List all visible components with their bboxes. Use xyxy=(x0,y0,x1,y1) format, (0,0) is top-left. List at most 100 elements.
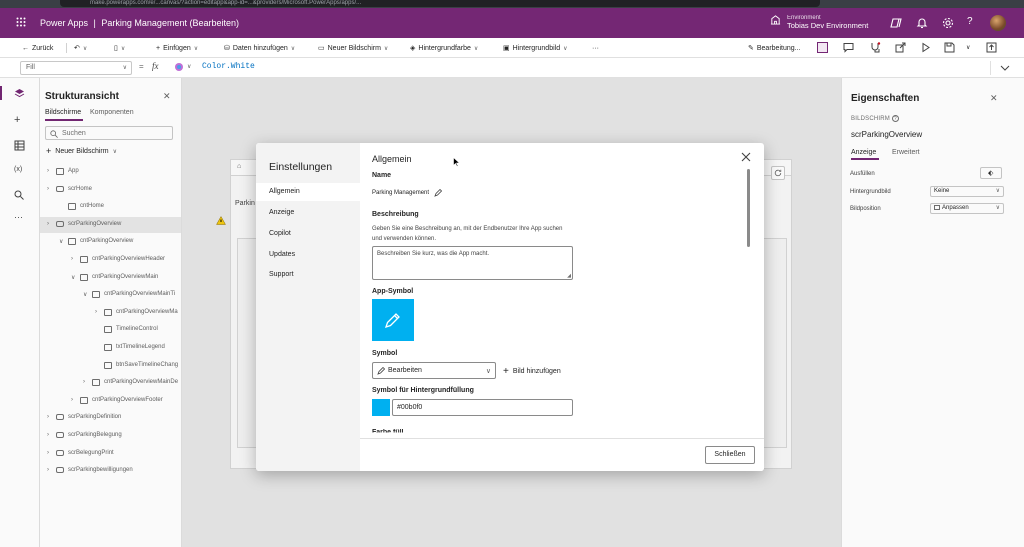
description-label: Beschreibung xyxy=(372,211,419,218)
nav-support[interactable]: Support xyxy=(256,266,360,284)
editing-label: Bearbeitung... xyxy=(756,44,801,52)
command-bar: ← Zurück ↶ ∨ ▯ ∨ + Einfügen ∨ ⛁ Daten hinzufüg… xyxy=(0,38,1024,58)
browser-url[interactable]: make.powerapps.com/e/...canvas/?action=e… xyxy=(60,0,820,7)
truncated-label: Farbe füll xyxy=(372,429,404,436)
settings-icon[interactable] xyxy=(942,17,954,29)
pencil-icon: ✎ xyxy=(748,45,754,52)
expand-formula-icon[interactable] xyxy=(990,61,1018,75)
undo-button[interactable]: ↶ ∨ xyxy=(74,42,87,54)
add-data-button[interactable]: ⛁ Daten hinzufügen ∨ xyxy=(224,42,295,54)
help-icon[interactable]: ? xyxy=(967,16,973,27)
description-help-line2: und verwenden können. xyxy=(372,236,437,242)
notifications-icon[interactable] xyxy=(916,17,928,29)
app-checker-icon[interactable] xyxy=(817,42,828,53)
new-screen-label: Neuer Bildschirm xyxy=(327,44,381,52)
app-icon-label: App-Symbol xyxy=(372,288,414,295)
paint-bucket-icon: ◈ xyxy=(410,45,416,52)
add-data-label: Daten hinzufügen xyxy=(232,44,288,52)
close-button[interactable]: Schließen xyxy=(705,446,755,464)
chevron-down-icon: ∨ xyxy=(120,45,126,52)
nav-general[interactable]: Allgemein xyxy=(256,183,360,201)
background-fill-label: Symbol für Hintergrundfüllung xyxy=(372,387,474,394)
app-icon-preview[interactable] xyxy=(372,299,414,341)
back-button[interactable]: ← Zurück xyxy=(22,42,53,54)
back-label: Zurück xyxy=(32,44,54,52)
plus-icon: + xyxy=(503,366,509,377)
symbol-dropdown[interactable]: Bearbeiten ∨ xyxy=(372,362,496,379)
copilot-icon[interactable] xyxy=(890,17,902,29)
background-color-label: Hintergrundfarbe xyxy=(418,44,471,52)
chevron-down-icon[interactable]: ∨ xyxy=(187,63,191,70)
description-help-line1: Geben Sie eine Beschreibung an, mit der … xyxy=(372,226,563,232)
formula-input[interactable]: Color.White xyxy=(202,62,255,71)
play-icon[interactable] xyxy=(920,42,931,53)
app-header: Power Apps | Parking Management (Bearbei… xyxy=(0,8,1024,38)
new-screen-button[interactable]: ▭ Neuer Bildschirm ∨ xyxy=(318,42,388,54)
environment-icon[interactable] xyxy=(770,14,781,25)
copilot-formula-icon[interactable] xyxy=(174,62,184,72)
nav-updates[interactable]: Updates xyxy=(256,246,360,264)
property-value: Fill xyxy=(26,64,35,71)
chevron-down-icon: ∨ xyxy=(193,45,199,52)
paste-button[interactable]: ▯ ∨ xyxy=(114,42,125,54)
close-icon[interactable] xyxy=(741,152,751,162)
chevron-down-icon: ∨ xyxy=(383,45,389,52)
publish-icon[interactable] xyxy=(986,42,997,53)
pencil-icon[interactable] xyxy=(434,189,443,197)
description-placeholder: Beschreiben Sie kurz, was die App macht. xyxy=(377,251,490,257)
pencil-icon xyxy=(377,367,385,375)
formula-bar: Fill ∨ = fx ∨ Color.White xyxy=(0,58,1024,78)
fx-icon: fx xyxy=(152,61,159,71)
scrollbar[interactable] xyxy=(747,169,750,247)
settings-dialog: Einstellungen Allgemein Anzeige Copilot … xyxy=(256,143,764,471)
background-image-button[interactable]: ▣ Hintergrundbild ∨ xyxy=(503,42,568,54)
screen-icon: ▭ xyxy=(318,45,325,52)
chevron-down-icon: ∨ xyxy=(82,45,88,52)
nav-display[interactable]: Anzeige xyxy=(256,204,360,222)
chevron-down-icon: ∨ xyxy=(473,45,479,52)
symbol-value: Bearbeiten xyxy=(388,367,422,374)
editing-button[interactable]: ✎ Bearbeitung... xyxy=(748,42,800,54)
chevron-down-icon: ∨ xyxy=(485,368,491,375)
chevron-down-icon[interactable]: ∨ xyxy=(966,44,970,51)
health-icon[interactable] xyxy=(870,42,881,53)
user-avatar[interactable] xyxy=(990,15,1006,31)
more-button[interactable]: ··· xyxy=(592,42,599,54)
nav-copilot[interactable]: Copilot xyxy=(256,225,360,243)
chevron-down-icon: ∨ xyxy=(122,65,127,71)
settings-content: Allgemein Name Parking Management Beschr… xyxy=(360,143,764,438)
dialog-title: Einstellungen xyxy=(269,161,333,173)
save-icon[interactable] xyxy=(944,42,955,53)
comment-icon[interactable] xyxy=(843,42,854,53)
image-icon: ▣ xyxy=(503,45,510,52)
environment-name: Tobias Dev Environment xyxy=(787,21,869,30)
property-dropdown[interactable]: Fill ∨ xyxy=(20,61,132,75)
settings-nav: Einstellungen Allgemein Anzeige Copilot … xyxy=(256,143,360,471)
share-icon[interactable] xyxy=(895,42,906,53)
browser-address-bar: make.powerapps.com/e/...canvas/?action=e… xyxy=(0,0,1024,8)
background-image-label: Hintergrundbild xyxy=(512,44,561,52)
color-swatch[interactable] xyxy=(372,399,390,416)
pencil-icon xyxy=(384,313,400,329)
database-icon: ⛁ xyxy=(224,45,230,52)
chevron-down-icon: ∨ xyxy=(563,45,568,52)
undo-icon: ↶ xyxy=(74,45,80,52)
environment-picker[interactable]: Environment Tobias Dev Environment xyxy=(787,14,868,30)
app-title: Power Apps | Parking Management (Bearbei… xyxy=(40,18,239,28)
name-label: Name xyxy=(372,172,392,179)
add-image-label: Bild hinzufügen xyxy=(512,368,561,375)
add-image-button[interactable]: + Bild hinzufügen xyxy=(503,366,561,377)
symbol-label: Symbol xyxy=(372,350,398,357)
description-textarea[interactable]: Beschreiben Sie kurz, was die App macht.… xyxy=(372,246,573,280)
mouse-cursor-icon xyxy=(453,157,460,167)
insert-button[interactable]: + Einfügen ∨ xyxy=(156,42,198,54)
clipboard-icon: ▯ xyxy=(114,45,118,52)
app-name: Parking Management (Bearbeiten) xyxy=(101,18,239,28)
resize-handle-icon[interactable]: ◢ xyxy=(567,273,571,279)
brand-name[interactable]: Power Apps xyxy=(40,18,88,28)
app-name-field[interactable]: Parking Management xyxy=(372,189,443,197)
color-hex-input[interactable]: #00b0f0 xyxy=(392,399,573,416)
app-launcher-icon[interactable] xyxy=(16,17,26,27)
divider xyxy=(66,43,67,53)
background-color-button[interactable]: ◈ Hintergrundfarbe ∨ xyxy=(410,42,478,54)
